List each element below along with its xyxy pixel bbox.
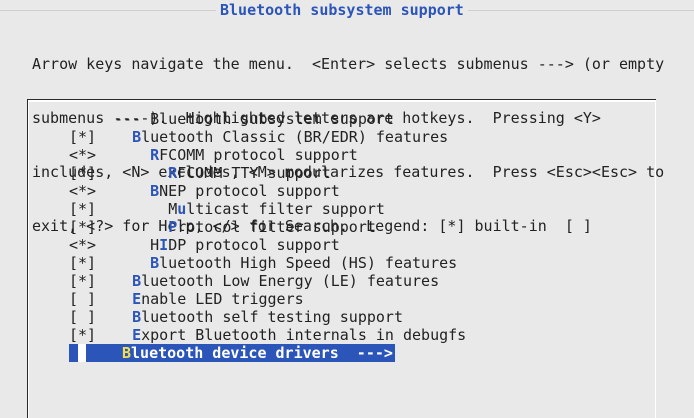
menu-item-high-speed[interactable]: [*] Bluetooth High Speed (HS) features	[69, 254, 466, 272]
menu-item-rfcomm[interactable]: <*> RFCOMM protocol support	[69, 146, 466, 164]
menu-item-rfcomm-tty[interactable]: [*] RFCOMM TTY support	[69, 164, 466, 182]
item-label: Bluetooth self testing support	[132, 308, 403, 326]
item-mark: <*>	[69, 236, 97, 254]
item-mark: [*]	[69, 272, 97, 290]
item-mark: <*>	[69, 182, 97, 200]
window-title-text: luetooth subsystem support	[229, 1, 464, 19]
item-label: Protocol filter support	[168, 218, 376, 236]
item-mark: [*]	[69, 128, 97, 146]
item-label: RFCOMM TTY support	[168, 164, 331, 182]
item-label: Bluetooth High Speed (HS) features	[150, 254, 458, 272]
item-mark: [*]	[69, 254, 97, 272]
menu-item-led-triggers[interactable]: [ ] Enable LED triggers	[69, 290, 466, 308]
item-label: Bluetooth Low Energy (LE) features	[132, 272, 440, 290]
menu-item-protocol-filter[interactable]: [*] Protocol filter support	[69, 218, 466, 236]
item-label: RFCOMM protocol support	[150, 146, 358, 164]
item-mark: [ ]	[69, 290, 97, 308]
menuconfig-screen: Bluetooth subsystem support Arrow keys n…	[0, 0, 694, 418]
item-hotkey: B	[150, 254, 160, 272]
item-hotkey: R	[168, 164, 178, 182]
item-mark: [*]	[69, 326, 97, 344]
item-hotkey: B	[132, 128, 142, 146]
menu-item-bluetooth-classic[interactable]: [*] Bluetooth Classic (BR/EDR) features	[69, 128, 466, 146]
item-label: Export Bluetooth internals in debugfs	[132, 326, 467, 344]
menu-item-hidp[interactable]: <*> HIDP protocol support	[69, 236, 466, 254]
cursor-gap	[78, 344, 86, 362]
item-hotkey: u	[177, 200, 187, 218]
menu-list: --- Bluetooth subsystem support [*] Blue…	[69, 110, 466, 362]
window-title: Bluetooth subsystem support	[216, 1, 468, 20]
menu-item-bluetooth-subsystem[interactable]: --- Bluetooth subsystem support	[69, 110, 466, 128]
item-hotkey: B	[150, 182, 160, 200]
help-line: Arrow keys navigate the menu. <Enter> se…	[32, 55, 665, 73]
item-hotkey: E	[132, 290, 142, 308]
menu-item-self-testing[interactable]: [ ] Bluetooth self testing support	[69, 308, 466, 326]
menu-item-multicast-filter[interactable]: [*] Multicast filter support	[69, 200, 466, 218]
item-hotkey: P	[168, 218, 178, 236]
item-mark: <*>	[69, 146, 97, 164]
menu-item-low-energy[interactable]: [*] Bluetooth Low Energy (LE) features	[69, 272, 466, 290]
menu-item-debugfs[interactable]: [*] Export Bluetooth internals in debugf…	[69, 326, 466, 344]
item-label: HIDP protocol support	[150, 236, 340, 254]
item-hotkey: E	[132, 326, 142, 344]
item-label: --- Bluetooth subsystem support	[114, 110, 394, 128]
window-title-hotkey: B	[220, 1, 230, 19]
menu-item-device-drivers[interactable]: Bluetooth device drivers --->	[69, 344, 466, 362]
item-hotkey: I	[159, 236, 169, 254]
menu-item-bnep[interactable]: <*> BNEP protocol support	[69, 182, 466, 200]
item-mark: [ ]	[69, 308, 97, 326]
item-hotkey: B	[132, 308, 142, 326]
cursor-block	[69, 344, 78, 362]
item-hotkey: B	[122, 344, 132, 362]
item-mark: [*]	[69, 200, 97, 218]
item-mark: [*]	[69, 218, 97, 236]
item-label: BNEP protocol support	[150, 182, 340, 200]
selected-item-bar[interactable]: Bluetooth device drivers --->	[86, 344, 395, 362]
item-mark: [*]	[69, 164, 97, 182]
item-label: Multicast filter support	[168, 200, 385, 218]
item-label: Bluetooth Classic (BR/EDR) features	[132, 128, 449, 146]
item-hotkey: R	[150, 146, 160, 164]
item-label: Enable LED triggers	[132, 290, 304, 308]
item-hotkey: B	[132, 272, 142, 290]
item-label: luetooth device drivers --->	[131, 344, 393, 362]
